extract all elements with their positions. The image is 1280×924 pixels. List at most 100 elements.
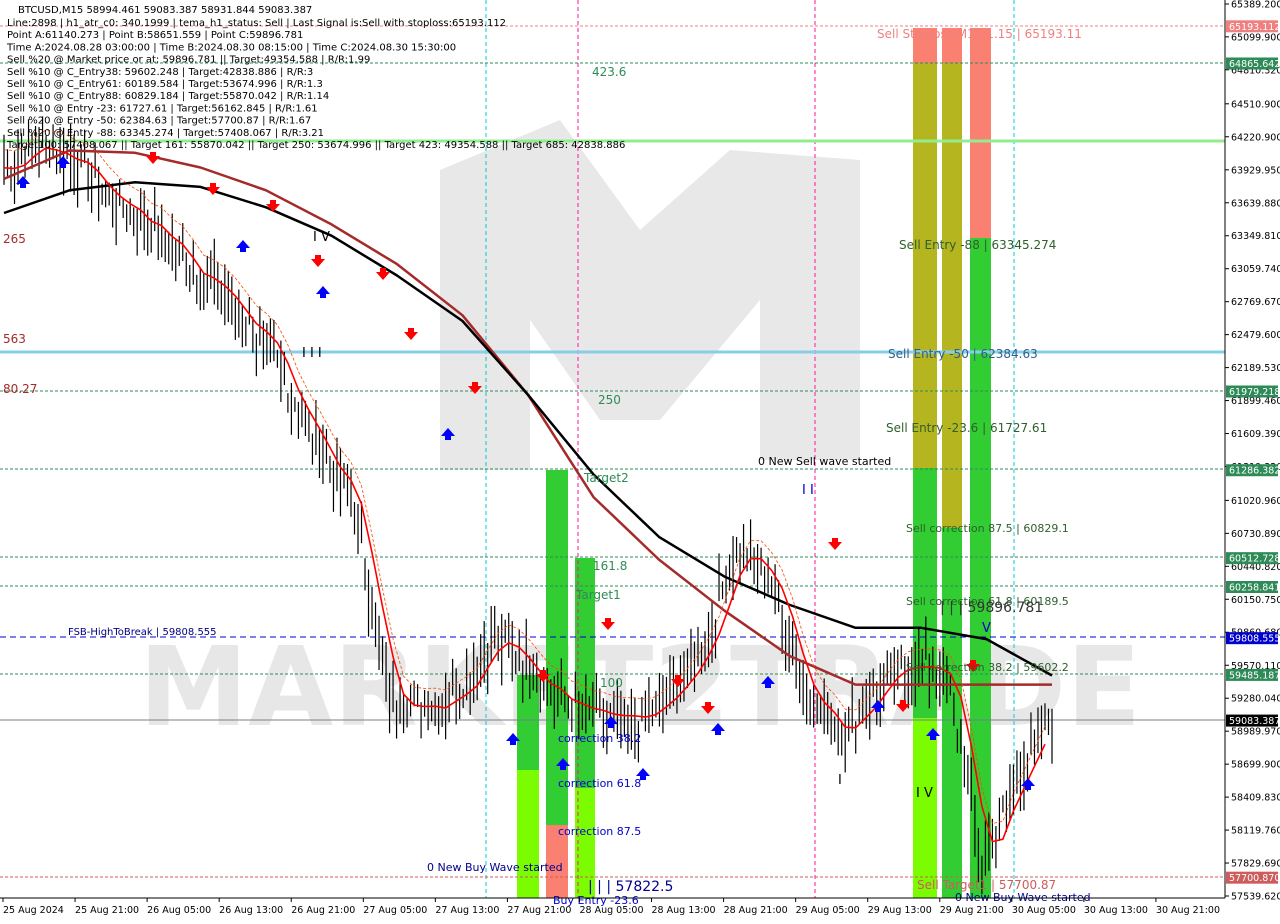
price-tick-label: 61020.960 [1231, 496, 1280, 507]
zone-red-3 [970, 28, 991, 238]
price-marker-label: 57700.870 [1229, 873, 1280, 884]
info-line: Sell %20 @ Entry -50: 62384.63 | Target:… [7, 116, 311, 127]
price-marker-label: 59485.187 [1229, 670, 1280, 681]
wave-ii-label: I I [802, 483, 814, 498]
time-tick-label: 27 Aug 21:00 [507, 905, 571, 916]
point-c-label: | | | 59896.781 [940, 600, 1043, 616]
zone-olive-1 [913, 63, 937, 468]
info-line: Sell %10 @ C_Entry38: 59602.248 | Target… [7, 67, 313, 78]
price-tick-label: 58699.900 [1231, 760, 1280, 771]
trading-chart[interactable]: MARKET2TRADE BTCUSD,M15 58994.461 59083.… [0, 0, 1280, 920]
price-marker-label: 65193.112 [1229, 22, 1280, 33]
time-tick-label: 26 Aug 21:00 [291, 905, 355, 916]
price-tick-label: 65389.200 [1231, 0, 1280, 11]
price-marker-label: 61286.382 [1229, 466, 1280, 477]
info-line: Sell %20 @ Market price or at: 59896.781… [7, 55, 370, 66]
price-tick-label: 57829.690 [1231, 859, 1280, 870]
time-tick-label: 28 Aug 05:00 [579, 905, 643, 916]
price-marker-label: 59808.555 [1229, 634, 1280, 645]
time-tick-label: 30 Aug 13:00 [1084, 905, 1148, 916]
price-marker-label: 64865.642 [1229, 59, 1280, 70]
price-tick-label: 63639.880 [1231, 198, 1280, 209]
level-100-label: 100 [600, 676, 623, 690]
level-1618-label: 161.8 [593, 559, 627, 573]
sell-target1-label: Sell Target1 | 57700.87 [917, 878, 1056, 892]
price-tick-label: 60150.750 [1231, 595, 1280, 606]
time-tick-label: 29 Aug 13:00 [868, 905, 932, 916]
corr-875-buy-label: correction 87.5 [558, 825, 641, 838]
symbol-line: BTCUSD,M15 58994.461 59083.387 58931.844… [18, 5, 312, 16]
zone-lime-4 [517, 770, 539, 898]
time-tick-label: 26 Aug 13:00 [219, 905, 283, 916]
info-line: Sell %10 @ C_Entry88: 60829.184 | Target… [7, 91, 329, 102]
info-line: Sell %10 @ Entry -23: 61727.61 | Target:… [7, 103, 318, 114]
corr-382-buy-label: correction 38.2 [558, 732, 641, 745]
wave-iv-bottom-label: I V [916, 786, 933, 801]
price-tick-label: 63349.810 [1231, 231, 1280, 242]
new-sell-wave-label: 0 New Sell wave started [758, 455, 891, 468]
price-tick-label: 58989.970 [1231, 727, 1280, 738]
time-tick-label: 26 Aug 05:00 [147, 905, 211, 916]
zone-olive-2 [942, 63, 962, 528]
time-tick-label: 29 Aug 05:00 [796, 905, 860, 916]
info-line: Time A:2024.08.28 03:00:00 | Time B:2024… [6, 42, 456, 53]
entry-23-label: Sell Entry -23.6 | 61727.61 [886, 421, 1047, 435]
wave-iii-label: I I I [302, 346, 322, 361]
price-tick-label: 63929.950 [1231, 165, 1280, 176]
price-tick-label: 65099.900 [1231, 32, 1280, 43]
price-tick-label: 62189.530 [1231, 363, 1280, 374]
left-265-label: 265 [3, 232, 26, 246]
time-tick-label: 29 Aug 21:00 [940, 905, 1004, 916]
price-tick-label: 57539.620 [1231, 892, 1280, 903]
fsb-label: FSB-HighToBreak | 59808.555 [68, 627, 217, 638]
chart-canvas[interactable]: MARKET2TRADE BTCUSD,M15 58994.461 59083.… [0, 0, 1280, 920]
corr-618-buy-label: correction 61.8 [558, 777, 641, 790]
corr-875-label: Sell correction 87.5 | 60829.1 [906, 522, 1069, 535]
corr-382-label: Sell correction 38.2 | 59602.2 [906, 661, 1069, 674]
target2-label: Target2 [583, 471, 629, 485]
target1-label: Target1 [575, 588, 621, 602]
time-tick-label: 30 Aug 21:00 [1156, 905, 1220, 916]
level-4236-label: 423.6 [592, 65, 626, 79]
wave-iv-top-label: I V [313, 230, 330, 245]
info-line: Target100: 57408.067 || Target 161: 5587… [6, 140, 625, 151]
time-tick-label: 27 Aug 05:00 [363, 905, 427, 916]
left-8027-label: 80.27 [3, 382, 37, 396]
price-tick-label: 64220.900 [1231, 132, 1280, 143]
time-tick-label: 28 Aug 21:00 [724, 905, 788, 916]
time-tick-label: 25 Aug 2024 [3, 905, 64, 916]
price-tick-label: 60730.890 [1231, 529, 1280, 540]
info-line: Line:2898 | h1_atr_c0: 340.1999 | tema_h… [7, 18, 506, 29]
new-buy-wave-label-1: 0 New Buy Wave started [427, 861, 563, 874]
zone-lime-1 [913, 718, 937, 898]
price-marker-label: 59083.387 [1229, 716, 1280, 727]
zone-green-5 [546, 470, 568, 880]
time-tick-label: 27 Aug 13:00 [435, 905, 499, 916]
wave-i-label: I [838, 773, 842, 788]
price-marker-label: 60512.728 [1229, 554, 1280, 565]
info-line: Sell %20 @ Entry -88: 63345.274 | Target… [7, 128, 324, 139]
left-563-label: 563 [3, 332, 26, 346]
point-57822-label: | | | 57822.5 [588, 879, 673, 895]
price-tick-label: 64510.900 [1231, 99, 1280, 110]
level-250-label: 250 [598, 393, 621, 407]
info-line: Point A:61140.273 | Point B:58651.559 | … [7, 30, 303, 41]
time-tick-label: 30 Aug 05:00 [1012, 905, 1076, 916]
price-tick-label: 58119.760 [1231, 826, 1280, 837]
price-axis: 65389.20065099.90064810.32064510.9006422… [1224, 0, 1280, 903]
wave-v-label: V [982, 621, 991, 636]
time-tick-label: 28 Aug 13:00 [652, 905, 716, 916]
zone-green-4 [517, 675, 539, 770]
zone-green-2 [942, 528, 962, 898]
price-tick-label: 58409.830 [1231, 793, 1280, 804]
price-tick-label: 62479.600 [1231, 330, 1280, 341]
entry-88-label: Sell Entry -88 | 63345.274 [899, 238, 1056, 252]
price-tick-label: 63059.740 [1231, 264, 1280, 275]
price-tick-label: 59280.040 [1231, 694, 1280, 705]
time-tick-label: 25 Aug 21:00 [75, 905, 139, 916]
price-tick-label: 61609.390 [1231, 429, 1280, 440]
info-line: Sell %10 @ C_Entry61: 60189.584 | Target… [7, 79, 323, 90]
price-marker-label: 61979.218 [1229, 387, 1280, 398]
price-marker-label: 60258.841 [1229, 582, 1280, 593]
price-tick-label: 62769.670 [1231, 297, 1280, 308]
